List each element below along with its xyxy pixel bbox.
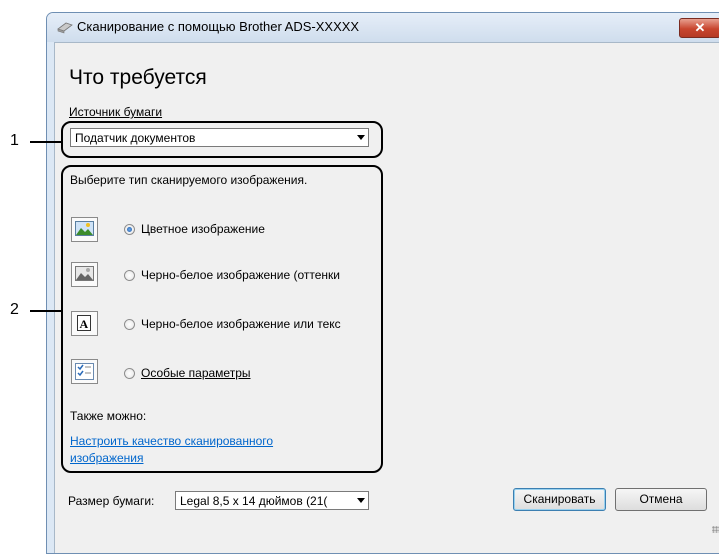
callout-number-1: 1 — [10, 132, 19, 149]
resize-grip[interactable] — [712, 526, 719, 533]
close-button[interactable]: ✕ — [679, 18, 719, 38]
page-title: Что требуется — [69, 66, 207, 89]
scanner-app-icon — [57, 22, 73, 34]
cancel-button[interactable]: Отмена — [615, 488, 707, 511]
callout-box-paper-source — [61, 121, 383, 158]
callout-box-image-type — [61, 165, 383, 473]
paper-source-label: Источник бумаги — [69, 105, 163, 119]
callout-number-2: 2 — [10, 301, 19, 318]
scan-button[interactable]: Сканировать — [513, 488, 606, 511]
title-bar[interactable]: Сканирование с помощью Brother ADS-XXXXX… — [47, 13, 719, 42]
paper-size-dropdown[interactable]: Legal 8,5 x 14 дюймов (21( — [175, 491, 369, 510]
chevron-down-icon — [357, 498, 365, 503]
paper-size-label: Размер бумаги: — [68, 494, 155, 508]
callout-line-2 — [30, 310, 61, 312]
paper-size-value: Legal 8,5 x 14 дюймов (21( — [180, 494, 328, 508]
window-title: Сканирование с помощью Brother ADS-XXXXX — [77, 19, 360, 34]
callout-line-1 — [30, 141, 61, 143]
